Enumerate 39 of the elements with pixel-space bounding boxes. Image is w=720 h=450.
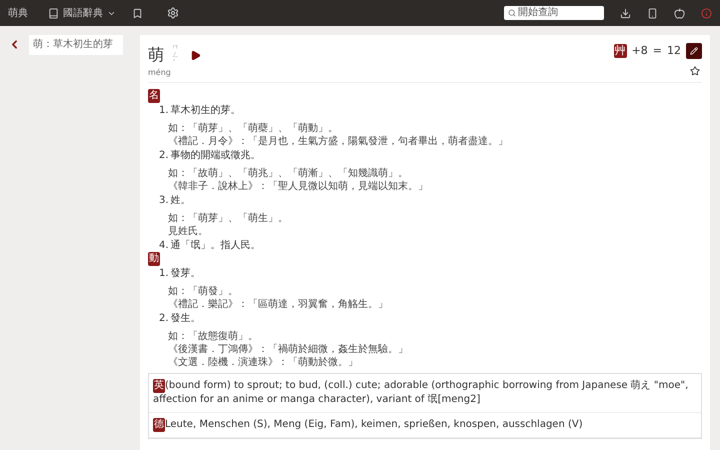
example-sentence: 《韓非子．說林上》：「聖人見微以知萌，見端以知末。」 bbox=[168, 180, 429, 193]
part-of-speech-badge: 名 bbox=[148, 89, 160, 103]
translation-text: 英(bound form) to sprout; to bud, (coll.) cute; adorable (orthographic borrowing from Japanese 萌え "moe", affection for an anime or manga character), variant of 氓[meng2] bbox=[153, 379, 690, 407]
search-field[interactable]: 開始查詢 bbox=[504, 6, 604, 20]
example-sentence: 《禮記．樂記》：「區萌達，羽翼奮，角觡生。」 bbox=[168, 298, 389, 311]
definition-number: 1. bbox=[159, 104, 169, 117]
definition-text: 草木初生的芽。 bbox=[170, 104, 241, 117]
example-sentence: 如：「萌芽」、「萌生」。 bbox=[168, 212, 289, 225]
definition-text: 事物的開端或徵兆。 bbox=[170, 149, 261, 162]
logo[interactable]: 萌典 bbox=[8, 6, 28, 20]
headword: 萌 bbox=[148, 45, 164, 65]
definition-text: 發芽。 bbox=[170, 267, 201, 280]
dictionary-menu[interactable]: 國語辭典 bbox=[48, 6, 116, 20]
definition-number: 1. bbox=[159, 267, 169, 280]
definition-number: 3. bbox=[159, 194, 169, 207]
part-of-speech-badge: 動 bbox=[148, 252, 160, 266]
example-sentence: 《後漢書．丁鴻傳》：「禍萌於細微，姦生於無驗。」 bbox=[168, 343, 409, 356]
equals-sign: = bbox=[652, 43, 662, 59]
pinyin: méng bbox=[148, 67, 172, 79]
part-of-speech-badge: 艸 bbox=[614, 44, 627, 58]
translation-text: 德Leute, Menschen (S), Meng (Eig, Fam), keimen, sprießen, knospen, ausschlagen (V) bbox=[153, 418, 583, 432]
part-of-speech-badge: 英 bbox=[153, 379, 165, 393]
example-sentence: 如：「萌芽」、「萌蘗」、「萌動」。 bbox=[168, 122, 339, 135]
example-sentence: 見姓氏。 bbox=[168, 225, 209, 238]
added-strokes: +8 bbox=[632, 43, 648, 59]
example-sentence: 《文選．陸機．演連珠》：「萌動於微。」 bbox=[168, 356, 359, 369]
example-sentence: 如：「萌發」。 bbox=[168, 285, 239, 298]
definition-text: 通「氓」。指人民。 bbox=[170, 239, 261, 252]
definition-number: 2. bbox=[159, 149, 169, 162]
example-sentence: 如：「故態復萌」。 bbox=[168, 330, 259, 343]
definition-text: 姓。 bbox=[170, 194, 191, 207]
total-strokes: 12 bbox=[667, 43, 681, 59]
sidebar-result[interactable]: 萌：草木初生的芽 bbox=[29, 35, 123, 55]
definition-number: 4. bbox=[159, 239, 169, 252]
definition-number: 2. bbox=[159, 312, 169, 325]
example-sentence: 如：「故萌」、「萌兆」、「萌漸」、「知幾識萌」。 bbox=[168, 167, 409, 180]
definition-text: 發生。 bbox=[170, 312, 201, 325]
part-of-speech-badge: 德 bbox=[153, 418, 165, 432]
example-sentence: 《禮記．月令》：「是月也，生氣方盛，陽氣發泄，句者畢出，萌者盡達。」 bbox=[168, 135, 509, 148]
